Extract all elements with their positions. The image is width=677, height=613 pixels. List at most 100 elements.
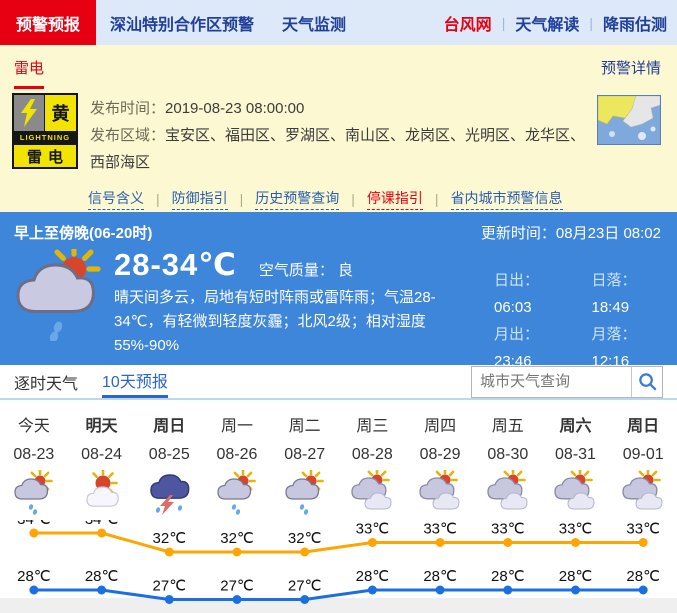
day-name: 周二 (271, 412, 339, 436)
warning-type-tab[interactable]: 雷电 (14, 57, 44, 89)
forecast-day-column-6[interactable]: 周四08-29 (406, 400, 474, 516)
day-date: 08-29 (406, 446, 474, 464)
warning-region-minimap[interactable] (597, 95, 661, 145)
weather-cloudy-icon (406, 470, 474, 516)
forecast-day-columns: 今天 08-23明天08-24周日08-25周一 08-26周二 08-27周三 08-… (0, 400, 677, 516)
svg-text:28℃: 28℃ (17, 568, 51, 585)
warning-link-4[interactable]: 省内城市预警信息 (451, 188, 563, 210)
day-date: 08-23 (0, 446, 68, 464)
weather-shower-icon (271, 470, 339, 516)
warning-link-1[interactable]: 防御指引 (172, 188, 228, 210)
warning-link-separator: | (156, 191, 160, 207)
issue-time-row: 发布时间：2019-08-23 08:00:00 (90, 95, 589, 122)
warning-link-2[interactable]: 历史预警查询 (255, 188, 339, 210)
weather-description: 晴天间多云，局地有短时阵雨或雷阵雨；气温28-34℃，有轻微到轻度灰霾；北风2级… (114, 286, 466, 358)
svg-text:34℃: 34℃ (17, 520, 51, 528)
day-name: 周一 (203, 412, 271, 436)
current-weather-panel: 早上至傍晚(06-20时) 更新时间：08月23日 08:02 28-34℃ 空… (0, 212, 677, 365)
ten-day-forecast: 今天 08-23明天08-24周日08-25周一 08-26周二 08-27周三 08-… (0, 400, 677, 613)
day-name: 周日 (609, 412, 677, 436)
svg-text:28℃: 28℃ (85, 568, 119, 585)
sunrise-label: 日出： (494, 272, 539, 289)
warning-link-0[interactable]: 信号含义 (88, 188, 144, 210)
update-time-label: 更新时间： (481, 225, 556, 242)
topbar-link-2[interactable]: 降雨估测 (603, 11, 667, 35)
issue-area-value: 宝安区、福田区、罗湖区、南山区、龙岗区、光明区、龙华区、西部海区 (90, 127, 585, 171)
svg-text:27℃: 27℃ (220, 578, 254, 595)
svg-text:33℃: 33℃ (491, 521, 525, 538)
warning-detail-link[interactable]: 预警详情 (601, 57, 661, 78)
aqi-value[interactable]: 良 (338, 262, 353, 279)
temperature-chart: 34℃34℃32℃32℃32℃33℃33℃33℃33℃33℃28℃28℃27℃2… (0, 520, 677, 613)
search-button[interactable] (631, 367, 662, 397)
svg-text:28℃: 28℃ (491, 568, 525, 585)
weather-page: 预警预报 深汕特别合作区预警 天气监测 台风网 | 天气解读 | 降雨估测 雷电 预警详… (0, 0, 677, 613)
warning-body: 黄 LIGHTNING 雷电 发布时间：2019-08-23 08:00:00 … (0, 85, 677, 176)
forecast-day-column-7[interactable]: 周五 08-30 (474, 400, 542, 516)
sign-type-label: 雷电 (14, 144, 76, 167)
forecast-day-column-3[interactable]: 周一 08-26 (203, 400, 271, 516)
topbar-separator: | (502, 15, 506, 31)
forecast-day-column-2[interactable]: 周日08-25 (135, 400, 203, 516)
city-weather-searchbox (471, 366, 663, 398)
day-name: 周五 (474, 412, 542, 436)
tab-ten-day-forecast[interactable]: 10天预报 (102, 365, 168, 398)
forecast-day-column-5[interactable]: 周三 08-28 (339, 400, 407, 516)
forecast-day-column-1[interactable]: 明天08-24 (68, 400, 136, 516)
forecast-day-column-4[interactable]: 周二 08-27 (271, 400, 339, 516)
sunrise-sunset-row: 日出： 06:03 日落： 18:49 (494, 267, 663, 321)
weather-cloudy-icon (474, 470, 542, 516)
day-date: 08-30 (474, 446, 542, 464)
svg-text:28℃: 28℃ (559, 568, 593, 585)
day-date: 08-28 (339, 446, 407, 464)
sunset-label: 日落： (592, 272, 637, 289)
warning-section: 雷电 预警详情 黄 LIGHTNING 雷电 发布时间：2019-08-2 (0, 45, 677, 212)
city-search-input[interactable] (472, 367, 631, 397)
svg-text:32℃: 32℃ (153, 530, 187, 547)
svg-text:33℃: 33℃ (356, 521, 390, 538)
weather-cloudy-icon (609, 470, 677, 516)
topbar-tabs: 深汕特别合作区预警 天气监测 (96, 0, 346, 45)
warning-link-separator: | (435, 191, 439, 207)
tab-warning-forecast[interactable]: 预警预报 (0, 0, 96, 45)
forecast-day-column-8[interactable]: 周六08-31 (542, 400, 610, 516)
svg-text:28℃: 28℃ (626, 568, 660, 585)
update-time-row: 更新时间：08月23日 08:02 (481, 222, 661, 243)
day-name: 今天 (0, 412, 68, 436)
weather-cloudy-icon (339, 470, 407, 516)
warning-link-separator: | (240, 191, 244, 207)
weather-cloudy-icon (542, 470, 610, 516)
svg-text:28℃: 28℃ (356, 568, 390, 585)
forecast-day-column-0[interactable]: 今天 08-23 (0, 400, 68, 516)
svg-text:28℃: 28℃ (423, 568, 457, 585)
warning-links-row: 信号含义|防御指引|历史预警查询|停课指引|省内城市预警信息 (0, 176, 677, 210)
sign-lightning-label: LIGHTNING (14, 131, 76, 144)
topbar-right-links: 台风网|天气解读|降雨估测 (444, 0, 677, 45)
day-date: 08-27 (271, 446, 339, 464)
moonrise-label: 月出： (494, 326, 539, 343)
aqi-label: 空气质量： (259, 262, 334, 279)
tab-hourly-weather[interactable]: 逐时天气 (14, 365, 78, 398)
day-name: 周三 (339, 412, 407, 436)
warning-link-3[interactable]: 停课指引 (367, 188, 423, 210)
tab-weather-monitor[interactable]: 天气监测 (282, 11, 346, 35)
topbar-link-0[interactable]: 台风网 (444, 11, 492, 35)
sunset-value: 18:49 (592, 299, 630, 316)
lightning-bolt-icon (14, 95, 45, 131)
sign-grade-label: 黄 (45, 95, 76, 131)
topbar-link-1[interactable]: 天气解读 (515, 11, 579, 35)
search-icon (638, 372, 657, 391)
issue-time-value: 2019-08-23 08:00:00 (165, 100, 304, 117)
svg-text:33℃: 33℃ (626, 521, 660, 538)
warning-info: 发布时间：2019-08-23 08:00:00 发布区域：宝安区、福田区、罗湖… (90, 93, 589, 176)
day-date: 08-26 (203, 446, 271, 464)
forecast-day-column-9[interactable]: 周日09-01 (609, 400, 677, 516)
update-time-value: 08月23日 08:02 (556, 225, 661, 242)
sunrise-value: 06:03 (494, 299, 532, 316)
top-navbar: 预警预报 深汕特别合作区预警 天气监测 台风网|天气解读|降雨估测 (0, 0, 677, 45)
svg-text:27℃: 27℃ (288, 578, 322, 595)
tab-shenshan-warning[interactable]: 深汕特别合作区预警 (110, 11, 254, 35)
issue-area-row: 发布区域：宝安区、福田区、罗湖区、南山区、龙岗区、光明区、龙华区、西部海区 (90, 122, 589, 176)
issue-area-label: 发布区域： (90, 127, 165, 144)
temperature-line: 28-34℃ 空气质量： 良 (114, 247, 466, 283)
